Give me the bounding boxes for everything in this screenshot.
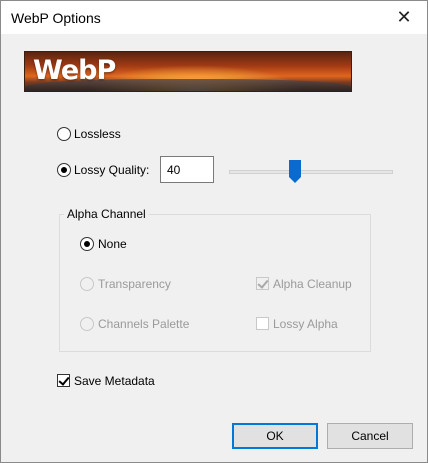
cancel-button[interactable]: Cancel [327,423,413,449]
alpha-transparency-radio[interactable] [80,277,94,291]
lossless-radio[interactable] [57,127,71,141]
alpha-channels-palette-radio[interactable] [80,317,94,331]
alpha-none-radio[interactable] [80,237,94,251]
alpha-transparency-label[interactable]: Transparency [98,277,171,291]
lossy-alpha-checkbox[interactable] [256,317,269,330]
banner-logo: WebP [33,55,116,86]
alpha-cleanup-label[interactable]: Alpha Cleanup [273,277,352,291]
checkmark-icon [257,277,269,289]
window-title: WebP Options [11,10,101,26]
lossy-quality-radio[interactable] [57,163,71,177]
ok-button[interactable]: OK [232,423,318,449]
checkmark-icon [58,374,70,386]
title-bar[interactable]: WebP Options ✕ [1,1,427,34]
lossless-label[interactable]: Lossless [74,127,121,141]
quality-slider-track[interactable] [229,170,393,174]
lossy-alpha-label[interactable]: Lossy Alpha [273,317,338,331]
alpha-none-label[interactable]: None [98,237,127,251]
alpha-channels-palette-label[interactable]: Channels Palette [98,317,189,331]
quality-slider-thumb[interactable] [289,160,301,184]
save-metadata-label[interactable]: Save Metadata [74,374,155,388]
save-metadata-checkbox[interactable] [57,374,70,387]
quality-input[interactable] [160,156,214,183]
alpha-channel-legend: Alpha Channel [64,207,149,221]
alpha-cleanup-checkbox[interactable] [256,277,269,290]
webp-banner-image: WebP [24,51,352,92]
close-icon[interactable]: ✕ [381,1,427,34]
lossy-quality-label[interactable]: Lossy Quality: [74,163,149,177]
